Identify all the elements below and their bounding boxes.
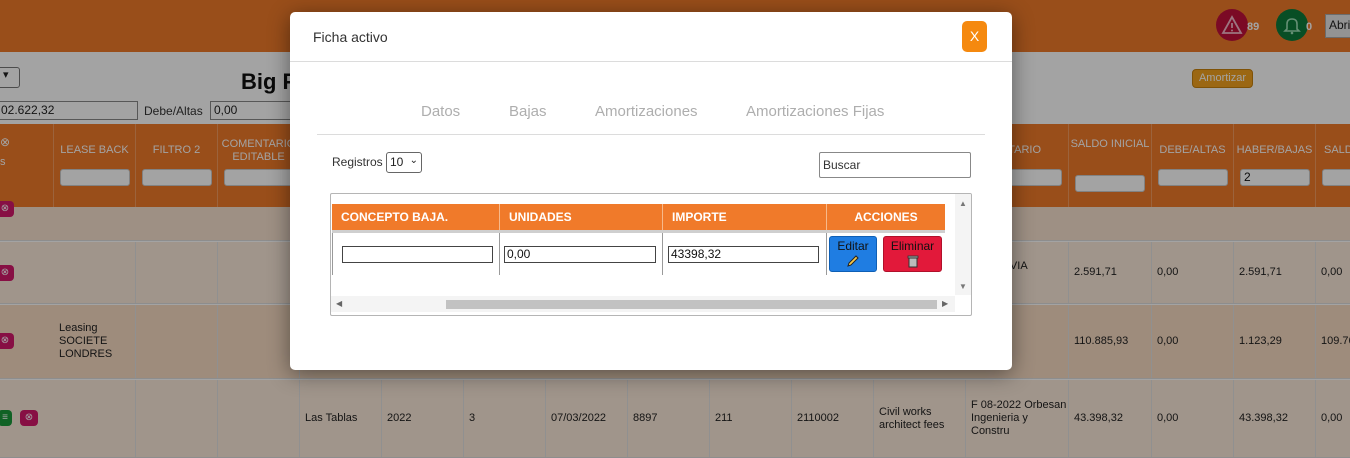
modal-tabs: Datos Bajas Amortizaciones Amortizacione… [317,98,985,135]
vertical-scrollbar[interactable]: ▲ ▼ [955,194,971,295]
scroll-left-icon[interactable]: ◀ [336,299,342,308]
pencil-icon [847,255,859,267]
tab-amortizaciones[interactable]: Amortizaciones [595,103,698,120]
col-acciones: ACCIONES [854,210,918,224]
ficha-activo-modal: Ficha activo X Datos Bajas Amortizacione… [290,12,1012,370]
delete-button-label: Eliminar [890,239,935,253]
col-importe[interactable]: IMPORTE [663,204,827,230]
concepto-baja-input[interactable] [342,246,493,263]
registros-label: Registros [332,155,383,169]
edit-button-label: Editar [837,239,869,253]
col-concepto-baja[interactable]: CONCEPTO BAJA. [332,204,500,230]
importe-input[interactable]: 43398,32 [668,246,819,263]
horizontal-scrollbar[interactable]: ◀ ▶ [331,296,955,312]
registros-select[interactable]: 10 ⌄ [386,152,422,173]
tab-datos[interactable]: Datos [421,103,460,120]
table-header: CONCEPTO BAJA. UNIDADES IMPORTE ACCIONES [332,204,945,233]
unidades-input[interactable]: 0,00 [504,246,656,263]
search-input[interactable]: Buscar [819,152,971,178]
close-button[interactable]: X [962,21,987,52]
delete-button[interactable]: Eliminar [883,236,942,272]
modal-title: Ficha activo [313,29,388,45]
scroll-up-icon[interactable]: ▲ [959,199,967,208]
edit-button[interactable]: Editar [829,236,877,272]
modal-header: Ficha activo X [290,12,1012,62]
chevron-down-icon: ⌄ [409,155,418,166]
table-row: 0,00 43398,32 Editar Eliminar [332,233,945,275]
tab-bajas[interactable]: Bajas [509,103,547,120]
trash-icon [907,255,918,268]
scroll-down-icon[interactable]: ▼ [959,282,967,291]
registros-value: 10 [390,155,404,169]
scrollbar-thumb[interactable] [446,300,937,309]
col-unidades[interactable]: UNIDADES [500,204,663,230]
tab-amortizaciones-fijas[interactable]: Amortizaciones Fijas [746,103,884,120]
scroll-right-icon[interactable]: ▶ [942,299,948,308]
bajas-table: CONCEPTO BAJA. UNIDADES IMPORTE ACCIONES… [330,193,972,316]
